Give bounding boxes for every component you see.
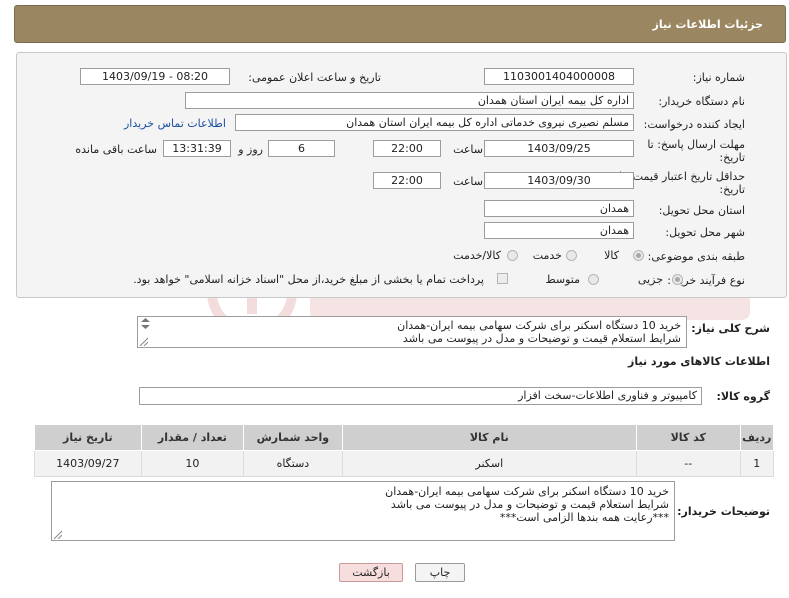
delivery-city-field: همدان [484, 222, 634, 239]
deadline-time-field: 22:00 [373, 140, 441, 157]
requester-label: ایجاد کننده درخواست: [643, 118, 745, 131]
category-label: طبقه بندی موضوعی: [647, 250, 745, 263]
buyer-notes-line-2: شرایط استعلام قیمت و توضیحات و مدل در پی… [390, 498, 669, 511]
col-header-need-date: تاریخ نیاز [34, 424, 142, 451]
back-button[interactable]: بازگشت [339, 563, 403, 582]
requester-field: مسلم نصیری نیروی خدماتی اداره کل بیمه ای… [235, 114, 634, 131]
purchase-option-minor: جزیی [637, 273, 663, 286]
goods-group-field: کامپیوتر و فناوری اطلاعات-سخت افزار [139, 387, 702, 405]
resize-grip-icon[interactable] [53, 530, 62, 539]
delivery-province-label: استان محل تحویل: [658, 204, 745, 217]
buyer-notes-textarea[interactable]: خرید 10 دستگاه اسکنر برای شرکت سهامی بیم… [51, 481, 675, 541]
cell-need-date: 1403/09/27 [34, 450, 142, 477]
cell-item-name: اسکنر [341, 450, 637, 477]
buyer-org-field: اداره کل بیمه ایران استان همدان [185, 92, 634, 109]
treasury-payment-note: پرداخت تمام یا بخشی از مبلغ خرید،از محل … [133, 273, 484, 286]
buyer-org-label: نام دستگاه خریدار: [658, 95, 745, 108]
page-title: جزئیات اطلاعات نیاز [652, 18, 764, 31]
goods-group-label: گروه کالا: [716, 390, 770, 403]
buyer-notes-line-1: خرید 10 دستگاه اسکنر برای شرکت سهامی بیم… [385, 485, 669, 498]
resize-grip-icon[interactable] [139, 337, 148, 346]
deadline-label: مهلت ارسال پاسخ: تا [647, 138, 745, 151]
price-validity-label-date: تاریخ: [719, 183, 745, 196]
remaining-time-label: ساعت باقی مانده [75, 143, 157, 156]
category-radio-goods-service[interactable] [507, 250, 518, 261]
purchase-radio-minor[interactable] [672, 274, 683, 285]
goods-table: ردیف کد کالا نام کالا واحد شمارش تعداد /… [34, 424, 775, 477]
purchase-option-medium: متوسط [545, 273, 580, 286]
buyer-notes-label: توضیحات خریدار: [677, 505, 770, 518]
description-label: شرح کلی نیاز: [691, 322, 770, 335]
scroll-arrows-icon[interactable] [141, 318, 150, 329]
cell-quantity: 10 [140, 450, 245, 477]
goods-table-header-row: ردیف کد کالا نام کالا واحد شمارش تعداد /… [34, 424, 775, 451]
col-header-item-name: نام کالا [341, 424, 637, 451]
category-radio-goods[interactable] [633, 250, 644, 261]
category-option-goods: کالا [604, 249, 619, 262]
deadline-time-label: ساعت [453, 143, 483, 156]
price-validity-date-field: 1403/09/30 [484, 172, 634, 189]
col-header-unit: واحد شمارش [243, 424, 343, 451]
purchase-radio-medium[interactable] [588, 274, 599, 285]
category-option-goods-service: کالا/خدمت [453, 249, 501, 262]
remaining-time-field: 13:31:39 [163, 140, 231, 157]
table-row: 1 -- اسکنر دستگاه 10 1403/09/27 [34, 450, 775, 477]
page-header: جزئیات اطلاعات نیاز [14, 5, 786, 43]
col-header-item-code: کد کالا [635, 424, 741, 451]
deadline-date-field: 1403/09/25 [484, 140, 634, 157]
delivery-province-field: همدان [484, 200, 634, 217]
deadline-label-date: تاریخ: [719, 151, 745, 164]
cell-row-number: 1 [739, 450, 775, 477]
deadline-days-field: 6 [268, 140, 335, 157]
buyer-notes-line-3: ***رعایت همه بندها الزامی است*** [499, 511, 669, 524]
col-header-quantity: تعداد / مقدار [140, 424, 245, 451]
goods-section-title: اطلاعات کالاهای مورد نیاز [628, 355, 770, 368]
col-header-row-number: ردیف [739, 424, 775, 451]
description-line-2: شرایط استعلام قیمت و توضیحات و مدل در پی… [402, 332, 681, 345]
price-validity-time-field: 22:00 [373, 172, 441, 189]
announce-datetime-field: 1403/09/19 - 08:20 [80, 68, 230, 85]
description-textarea[interactable]: خرید 10 دستگاه اسکنر برای شرکت سهامی بیم… [137, 316, 687, 348]
price-validity-label: حداقل تاریخ اعتبار قیمت: تا [619, 170, 745, 183]
goods-table-container: ردیف کد کالا نام کالا واحد شمارش تعداد /… [34, 424, 775, 477]
announce-datetime-label: تاریخ و ساعت اعلان عمومی: [248, 71, 381, 84]
deadline-days-label: روز و [238, 143, 263, 156]
need-number-field: 1103001404000008 [484, 68, 634, 85]
category-option-service: خدمت [532, 249, 562, 262]
category-radio-service[interactable] [566, 250, 577, 261]
buyer-contact-link[interactable]: اطلاعات تماس خریدار [124, 117, 226, 130]
cell-item-code: -- [635, 450, 741, 477]
treasury-payment-checkbox[interactable] [497, 273, 508, 284]
need-number-label: شماره نیاز: [692, 71, 745, 84]
cell-unit: دستگاه [243, 450, 343, 477]
description-line-1: خرید 10 دستگاه اسکنر برای شرکت سهامی بیم… [397, 319, 681, 332]
delivery-city-label: شهر محل تحویل: [665, 226, 745, 239]
price-validity-time-label: ساعت [453, 175, 483, 188]
print-button[interactable]: چاپ [415, 563, 465, 582]
